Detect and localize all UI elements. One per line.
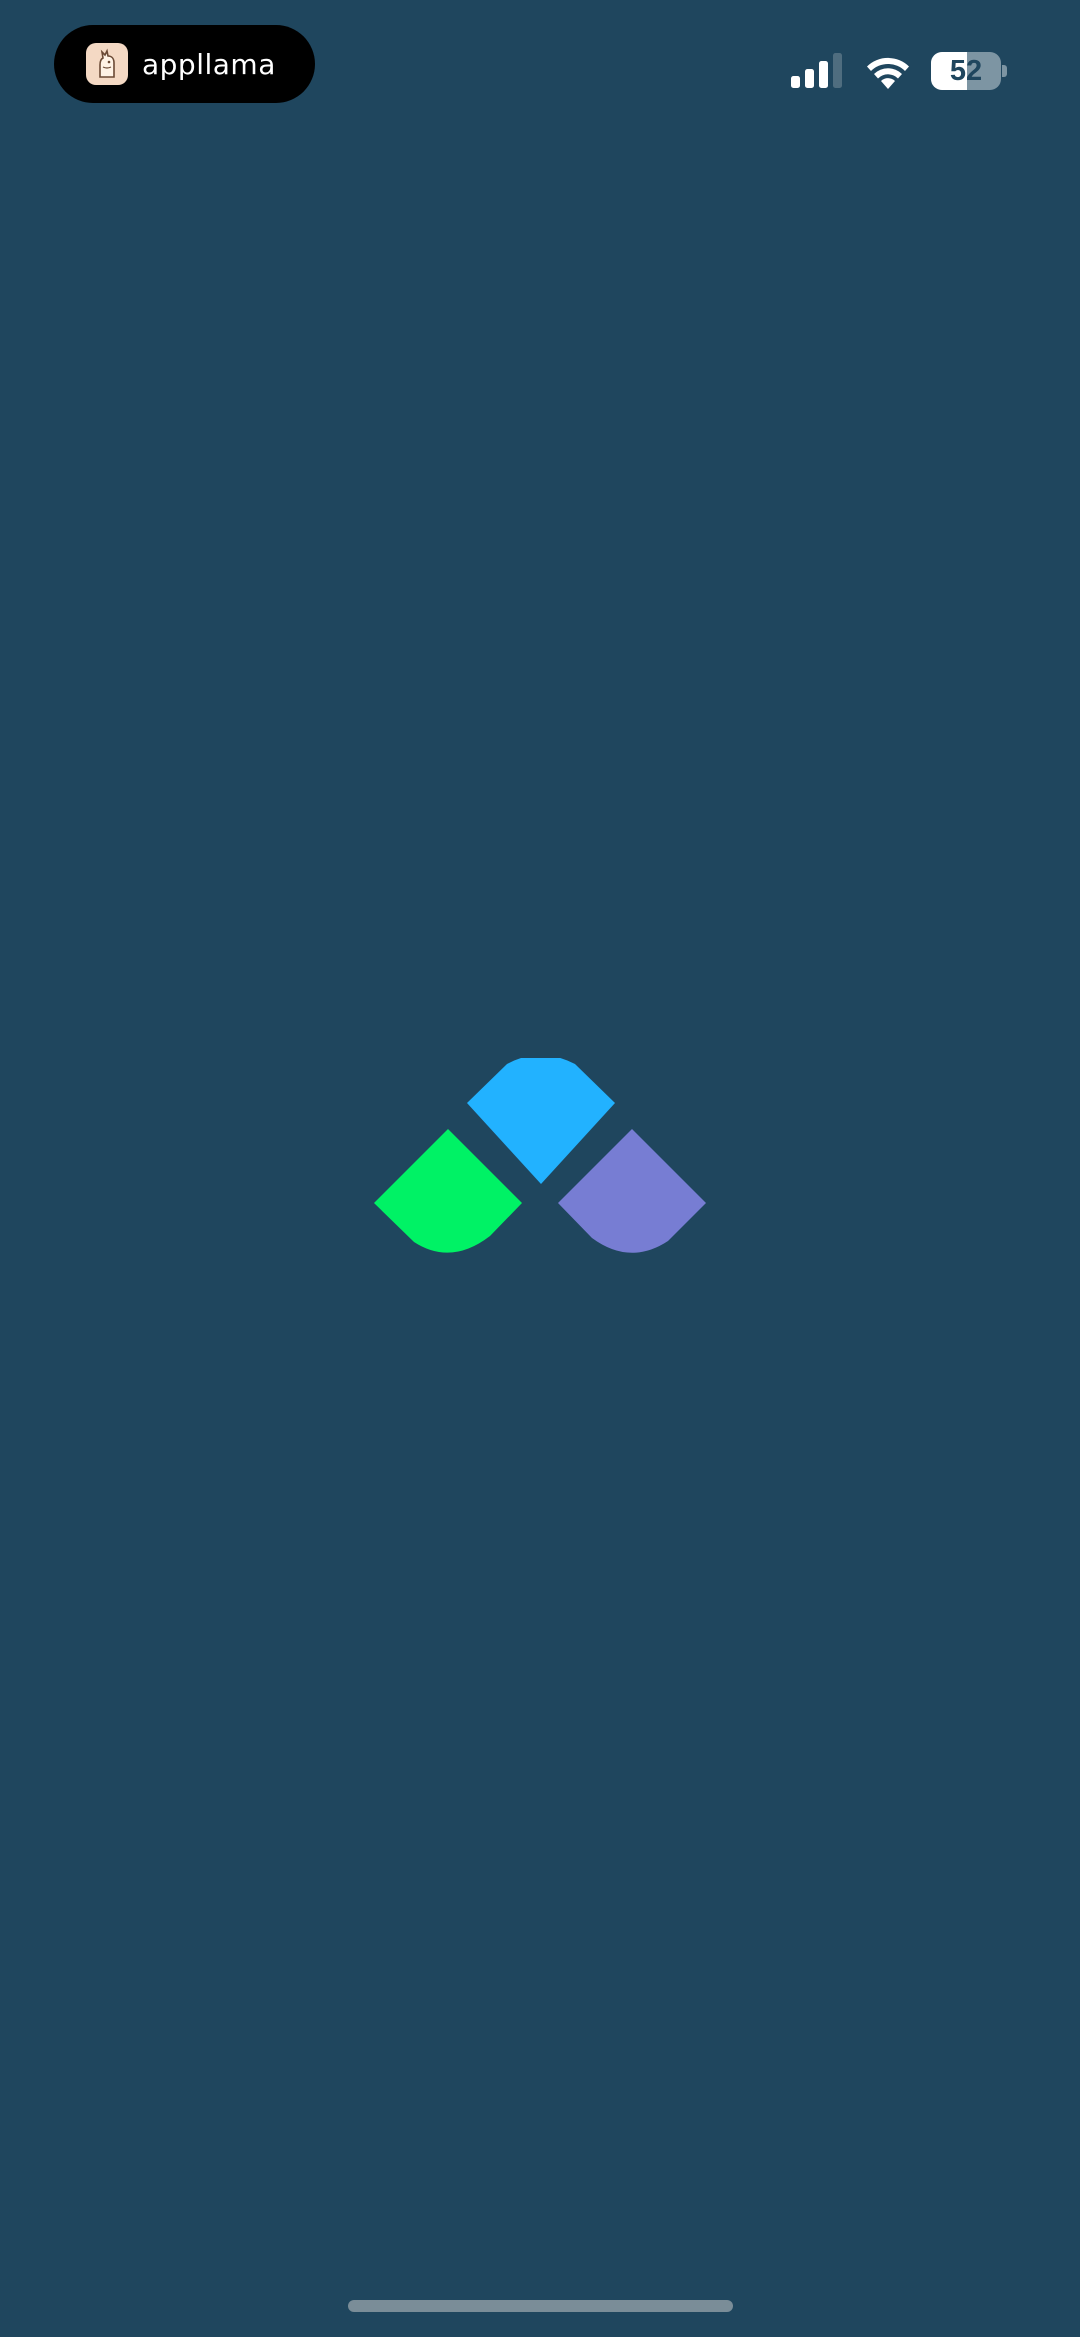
status-bar: appllama 52: [0, 0, 1080, 110]
splash-screen: appllama 52: [0, 0, 1080, 2337]
cellular-signal-icon: [791, 53, 842, 88]
battery-cap: [1002, 65, 1007, 77]
app-logo: [374, 1058, 706, 1253]
app-name: appllama: [142, 47, 276, 81]
logo-left-petal: [374, 1129, 522, 1253]
battery-indicator: 52: [931, 52, 1007, 90]
wifi-icon: [867, 57, 909, 89]
battery-body: 52: [931, 52, 1001, 90]
battery-level: 52: [949, 54, 983, 87]
llama-icon: [86, 43, 128, 85]
logo-top-petal: [467, 1058, 615, 1184]
logo-right-petal: [558, 1129, 706, 1253]
dynamic-island[interactable]: appllama: [54, 25, 315, 103]
home-indicator[interactable]: [348, 2300, 733, 2312]
